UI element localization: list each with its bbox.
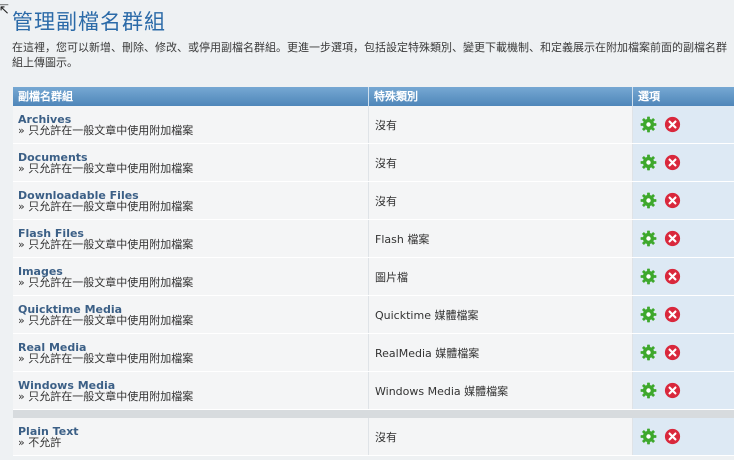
gear-icon[interactable]: [640, 116, 657, 133]
options-cell: [633, 258, 734, 295]
options-cell: [633, 144, 734, 181]
table-row: Archives» 只允許在一般文章中使用附加檔案 沒有: [13, 106, 734, 144]
delete-x-icon[interactable]: [664, 154, 681, 171]
delete-x-icon[interactable]: [664, 428, 681, 445]
delete-x-icon[interactable]: [664, 192, 681, 209]
delete-x-icon[interactable]: [664, 268, 681, 285]
group-cell: Windows Media» 只允許在一般文章中使用附加檔案: [13, 372, 369, 409]
group-cell: Archives» 只允許在一般文章中使用附加檔案: [13, 106, 369, 143]
gear-icon[interactable]: [640, 192, 657, 209]
group-upload-status: » 只允許在一般文章中使用附加檔案: [18, 352, 194, 365]
table-row: Windows Media» 只允許在一般文章中使用附加檔案 Windows Me…: [13, 372, 734, 410]
group-cell: Flash Files» 只允許在一般文章中使用附加檔案: [13, 220, 369, 257]
group-cell: Documents» 只允許在一般文章中使用附加檔案: [13, 144, 369, 181]
special-category-value: Quicktime 媒體檔案: [375, 308, 479, 322]
group-upload-status: » 只允許在一般文章中使用附加檔案: [18, 390, 194, 403]
special-category-value: 沒有: [375, 118, 397, 132]
options-cell: [633, 182, 734, 219]
special-category-value: Flash 檔案: [375, 232, 430, 246]
header-special-category[interactable]: 特殊類別: [369, 87, 633, 106]
options-cell: [633, 372, 734, 409]
page-description: 在這裡，您可以新增、刪除、修改、或停用副檔名群組。更進一步選項，包括設定特殊類別…: [12, 41, 727, 69]
group-cell: Quicktime Media» 只允許在一般文章中使用附加檔案: [13, 296, 369, 333]
special-category-cell: 沒有: [369, 144, 633, 181]
group-cell: Plain Text» 不允許: [13, 418, 369, 455]
table-row: Quicktime Media» 只允許在一般文章中使用附加檔案 Quicktim…: [13, 296, 734, 334]
special-category-cell: RealMedia 媒體檔案: [369, 334, 633, 371]
table-row: Images» 只允許在一般文章中使用附加檔案 圖片檔: [13, 258, 734, 296]
table-body-disabled: Plain Text» 不允許 沒有: [13, 418, 734, 456]
special-category-value: 沒有: [375, 194, 397, 208]
group-upload-status: » 只允許在一般文章中使用附加檔案: [18, 314, 194, 327]
gear-icon[interactable]: [640, 306, 657, 323]
table-row: Real Media» 只允許在一般文章中使用附加檔案 RealMedia 媒體檔…: [13, 334, 734, 372]
delete-x-icon[interactable]: [664, 382, 681, 399]
mouse-cursor-icon: ⇱: [0, 3, 9, 18]
options-cell: [633, 418, 734, 455]
delete-x-icon[interactable]: [664, 230, 681, 247]
options-cell: [633, 220, 734, 257]
group-upload-status: » 只允許在一般文章中使用附加檔案: [18, 276, 194, 289]
gear-icon[interactable]: [640, 230, 657, 247]
table-row: Downloadable Files» 只允許在一般文章中使用附加檔案 沒有: [13, 182, 734, 220]
delete-x-icon[interactable]: [664, 344, 681, 361]
special-category-value: Windows Media 媒體檔案: [375, 384, 509, 398]
gear-icon[interactable]: [640, 344, 657, 361]
special-category-value: RealMedia 媒體檔案: [375, 346, 480, 360]
gear-icon[interactable]: [640, 154, 657, 171]
gear-icon[interactable]: [640, 268, 657, 285]
header-options: 選項: [638, 90, 660, 103]
page-title: 管理副檔名群組: [12, 10, 166, 34]
gear-icon[interactable]: [640, 382, 657, 399]
group-upload-status: » 不允許: [18, 436, 62, 449]
special-category-cell: 沒有: [369, 182, 633, 219]
special-category-cell: Windows Media 媒體檔案: [369, 372, 633, 409]
group-upload-status: » 只允許在一般文章中使用附加檔案: [18, 200, 194, 213]
extension-groups-table: 副檔名群組 特殊類別 選項 Archives» 只允許在一般文章中使用附加檔案沒…: [13, 87, 734, 456]
delete-x-icon[interactable]: [664, 116, 681, 133]
special-category-cell: 沒有: [369, 418, 633, 455]
header-group-name[interactable]: 副檔名群組: [13, 87, 369, 106]
special-category-cell: Flash 檔案: [369, 220, 633, 257]
gear-icon[interactable]: [640, 428, 657, 445]
table-header: 副檔名群組 特殊類別 選項: [13, 87, 734, 106]
delete-x-icon[interactable]: [664, 306, 681, 323]
group-upload-status: » 只允許在一般文章中使用附加檔案: [18, 124, 194, 137]
group-name-link[interactable]: Plain Text: [18, 426, 368, 437]
special-category-cell: 沒有: [369, 106, 633, 143]
special-category-cell: 圖片檔: [369, 258, 633, 295]
group-upload-status: » 只允許在一般文章中使用附加檔案: [18, 238, 194, 251]
special-category-cell: Quicktime 媒體檔案: [369, 296, 633, 333]
special-category-value: 圖片檔: [375, 270, 408, 284]
table-row: Plain Text» 不允許 沒有: [13, 418, 734, 456]
table-row: Documents» 只允許在一般文章中使用附加檔案 沒有: [13, 144, 734, 182]
options-cell: [633, 106, 734, 143]
section-divider: [13, 410, 734, 418]
table-row: Flash Files» 只允許在一般文章中使用附加檔案 Flash 檔案: [13, 220, 734, 258]
group-cell: Real Media» 只允許在一般文章中使用附加檔案: [13, 334, 369, 371]
special-category-value: 沒有: [375, 156, 397, 170]
options-cell: [633, 334, 734, 371]
special-category-value: 沒有: [375, 430, 397, 444]
group-cell: Images» 只允許在一般文章中使用附加檔案: [13, 258, 369, 295]
group-upload-status: » 只允許在一般文章中使用附加檔案: [18, 162, 194, 175]
table-body: Archives» 只允許在一般文章中使用附加檔案 沒有 Documents» 只允…: [13, 106, 734, 410]
options-cell: [633, 296, 734, 333]
group-cell: Downloadable Files» 只允許在一般文章中使用附加檔案: [13, 182, 369, 219]
